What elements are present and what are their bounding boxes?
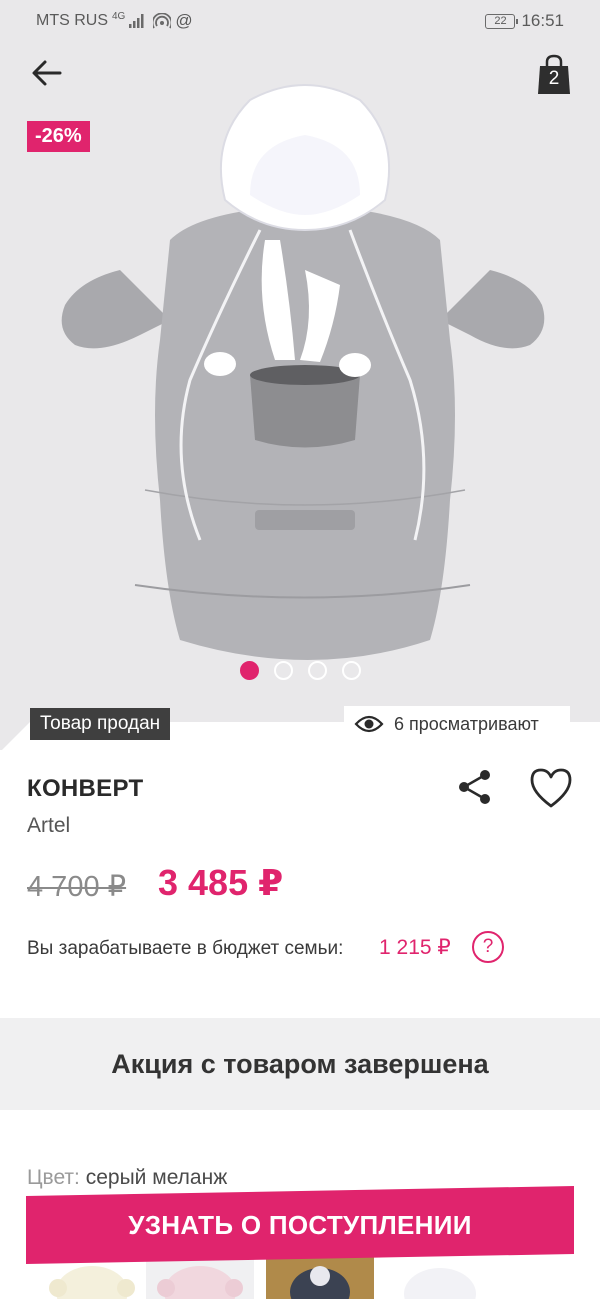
- pagination-dot[interactable]: [342, 661, 361, 680]
- viewers-badge: 6 просматривают: [344, 706, 570, 742]
- current-price: 3 485 ₽: [158, 862, 284, 903]
- gallery-pagination: [240, 661, 361, 680]
- heart-icon[interactable]: [528, 766, 574, 810]
- promo-ended-banner: Акция с товаром завершена: [0, 1018, 600, 1110]
- old-price: 4 700 ₽: [27, 871, 127, 903]
- cart-button[interactable]: 2: [536, 54, 572, 94]
- family-budget-label: Вы зарабатываете в бюджет семьи:: [27, 938, 344, 959]
- product-gallery[interactable]: MTS RUS 4G @ 22 16:51 -26% 2: [0, 0, 600, 750]
- sold-badge: Товар продан: [30, 708, 171, 740]
- cart-count: 2: [548, 68, 560, 89]
- product-title: КОНВЕРТ: [27, 775, 144, 802]
- battery-level: 22: [494, 14, 507, 27]
- product-image[interactable]: [50, 80, 560, 690]
- viewers-count: 6 просматривают: [394, 713, 539, 734]
- product-brand[interactable]: Artel: [27, 814, 70, 838]
- eye-icon: [354, 715, 384, 733]
- carrier-name: MTS RUS: [36, 12, 108, 29]
- pagination-dot[interactable]: [308, 661, 327, 680]
- discount-badge: -26%: [27, 121, 90, 152]
- signal-icon: [129, 14, 144, 28]
- color-thumbnail[interactable]: [266, 1254, 374, 1299]
- pagination-dot[interactable]: [240, 661, 259, 680]
- color-value: серый меланж: [85, 1166, 228, 1189]
- color-thumbnail[interactable]: [386, 1254, 494, 1299]
- back-arrow-icon[interactable]: [30, 56, 64, 90]
- battery-icon: 22: [485, 13, 519, 29]
- color-label: Цвет:: [27, 1166, 80, 1189]
- share-icon[interactable]: [456, 768, 494, 806]
- pagination-dot[interactable]: [274, 661, 293, 680]
- notify-arrival-button[interactable]: УЗНАТЬ О ПОСТУПЛЕНИИ: [26, 1186, 574, 1264]
- network-type: 4G: [112, 10, 126, 22]
- at-icon: @: [175, 11, 193, 30]
- status-bar: MTS RUS 4G @ 22 16:51: [0, 0, 600, 42]
- family-budget-value: 1 215 ₽: [379, 936, 451, 959]
- color-selector-label: Цвет: серый меланж: [27, 1166, 227, 1190]
- help-icon[interactable]: ?: [472, 931, 504, 963]
- status-right: 22 16:51: [485, 11, 564, 31]
- status-left: MTS RUS 4G @: [36, 11, 193, 31]
- clock: 16:51: [521, 11, 564, 30]
- hotspot-icon: [153, 13, 172, 29]
